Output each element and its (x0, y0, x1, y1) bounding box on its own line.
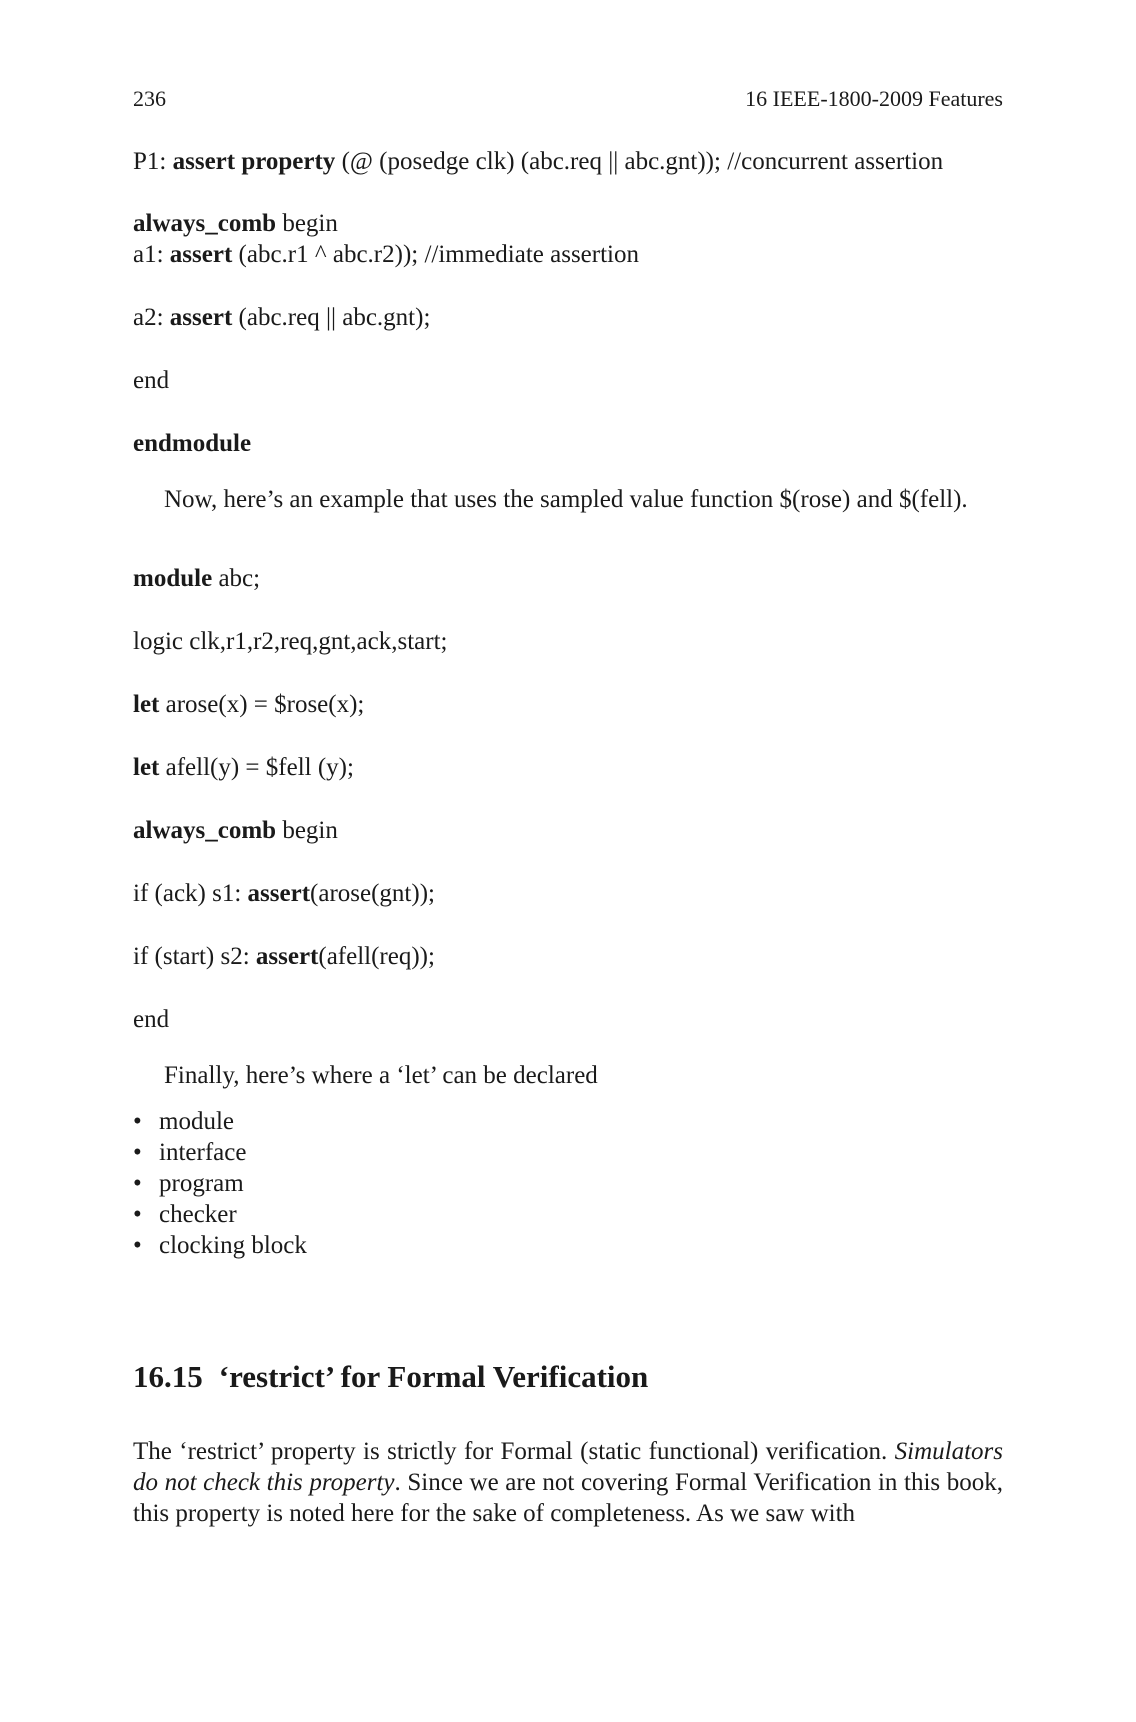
code-text: end (133, 1006, 170, 1033)
code-text: if (ack) s1: (133, 880, 248, 907)
list-item: checker (133, 1199, 307, 1230)
code-text: if (start) s2: (133, 943, 256, 970)
list-item: clocking block (133, 1230, 307, 1261)
code-line-let-arose: let arose(x) = $rose(x); (133, 689, 364, 720)
code-keyword: module (133, 565, 213, 592)
code-text: begin (276, 210, 338, 237)
let-locations-list: module interface program checker clockin… (133, 1106, 307, 1261)
intro-paragraph: Now, here’s an example that uses the sam… (164, 486, 968, 513)
code-line-let-afell: let afell(y) = $fell (y); (133, 752, 354, 783)
book-page: 236 16 IEEE-1800-2009 Features P1: asser… (133, 0, 1003, 1722)
running-header: 236 16 IEEE-1800-2009 Features (133, 86, 1003, 116)
code-line-logic: logic clk,r1,r2,req,gnt,ack,start; (133, 626, 447, 657)
code-line-s1: if (ack) s1: assert(arose(gnt)); (133, 878, 435, 909)
code-keyword: let (133, 754, 160, 781)
code-line-a2: a2: assert (abc.req || abc.gnt); (133, 302, 430, 333)
section-number: 16.15 (133, 1359, 203, 1394)
code-text: (arose(gnt)); (310, 880, 435, 907)
code-line-endmodule: endmodule (133, 428, 251, 459)
section-heading: 16.15 ‘restrict’ for Formal Verification (133, 1358, 648, 1396)
let-intro-paragraph: Finally, here’s where a ‘let’ can be dec… (164, 1062, 598, 1089)
code-keyword: assert (169, 304, 233, 331)
code-keyword: assert (169, 241, 233, 268)
code-keyword: assert property (172, 148, 336, 175)
code-text: begin (276, 817, 338, 844)
code-text: (afell(req)); (318, 943, 435, 970)
code-text: arose(x) = $rose(x); (159, 691, 365, 718)
code-keyword: endmodule (133, 430, 252, 457)
code-line-always-comb-2: always_comb begin (133, 815, 338, 846)
code-line-s2: if (start) s2: assert(afell(req)); (133, 941, 435, 972)
code-line-a1: a1: assert (abc.r1 ^ abc.r2)); //immedia… (133, 239, 639, 270)
code-text: end (133, 367, 170, 394)
code-label: a1: (133, 241, 170, 268)
page-number: 236 (133, 86, 166, 111)
code-line-end-2: end (133, 1004, 169, 1035)
body-text: The ‘restrict’ property is strictly for … (133, 1438, 895, 1465)
code-line-always-comb-1: always_comb begin (133, 208, 338, 239)
list-item: module (133, 1106, 307, 1137)
list-item: interface (133, 1137, 307, 1168)
code-text: afell(y) = $fell (y); (159, 754, 354, 781)
chapter-title: 16 IEEE-1800-2009 Features (745, 86, 1003, 111)
code-keyword: assert (255, 943, 319, 970)
code-label: P1: (133, 148, 173, 175)
code-keyword: always_comb (133, 817, 277, 844)
code-text: abc; (212, 565, 261, 592)
code-text: (abc.r1 ^ abc.r2)); //immediate assertio… (232, 241, 639, 268)
code-text: (@ (posedge clk) (abc.req || abc.gnt)); … (335, 148, 944, 175)
code-keyword: assert (247, 880, 311, 907)
code-keyword: always_comb (133, 210, 277, 237)
code-line-module: module abc; (133, 563, 260, 594)
section-body-paragraph: The ‘restrict’ property is strictly for … (133, 1436, 1003, 1529)
code-line-end-1: end (133, 365, 169, 396)
code-keyword: let (133, 691, 160, 718)
list-item: program (133, 1168, 307, 1199)
code-text: (abc.req || abc.gnt); (232, 304, 431, 331)
section-title: ‘restrict’ for Formal Verification (218, 1359, 649, 1394)
code-label: a2: (133, 304, 170, 331)
code-text: logic clk,r1,r2,req,gnt,ack,start; (133, 628, 448, 655)
code-line-p1: P1: assert property (@ (posedge clk) (ab… (133, 146, 943, 177)
